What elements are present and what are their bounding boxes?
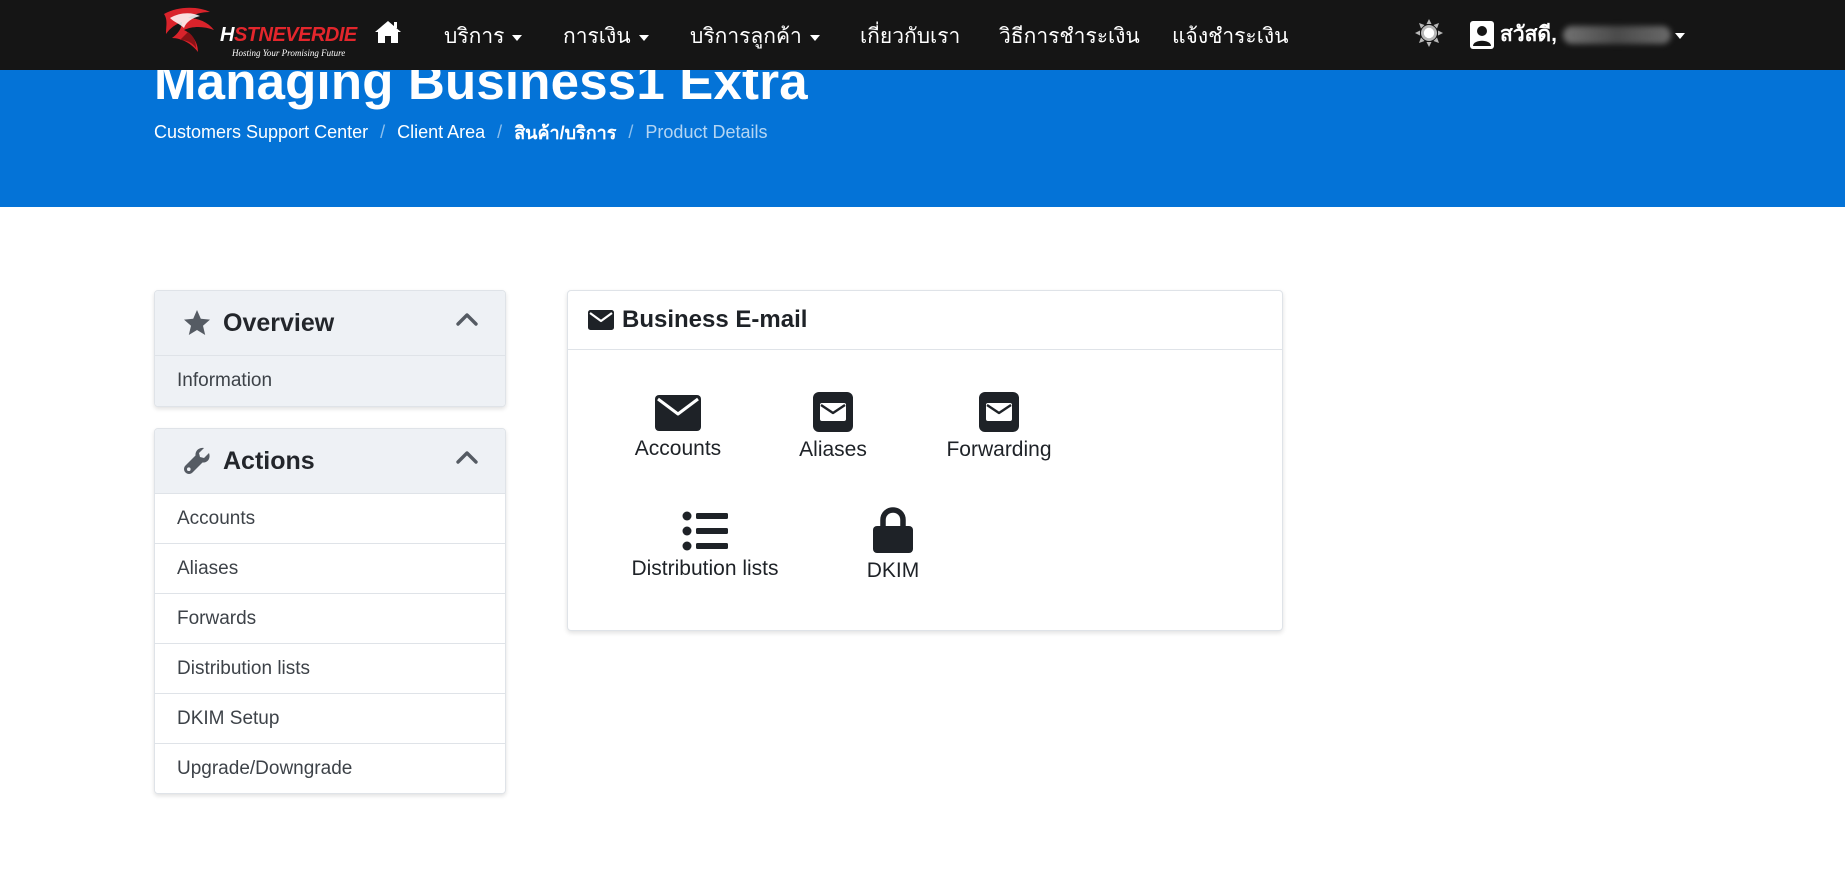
tile-label: DKIM <box>866 559 920 582</box>
chevron-up-icon[interactable] <box>455 449 479 465</box>
home-icon[interactable] <box>374 19 402 45</box>
lock-icon <box>873 507 913 553</box>
tile-label: Distribution lists <box>631 557 779 580</box>
sidebar-item-information[interactable]: Information <box>155 356 505 406</box>
logo-tagline: Hosting Your Promising Future <box>232 48 346 58</box>
sidebar-item-label: DKIM Setup <box>177 707 280 729</box>
envelope-square-icon <box>813 392 853 432</box>
caret-down-icon <box>1674 33 1685 39</box>
nav-customer-service[interactable]: บริการลูกค้า <box>690 20 820 53</box>
tile-label: Accounts <box>634 437 722 460</box>
user-icon <box>1470 20 1494 49</box>
sidebar-item-label: Aliases <box>177 557 239 579</box>
tile-label: Aliases <box>799 438 867 461</box>
nav-billing[interactable]: การเงิน <box>563 20 649 53</box>
sidebar-item-upgrade-downgrade[interactable]: Upgrade/Downgrade <box>155 744 505 793</box>
nav-services-label: บริการ <box>444 25 505 48</box>
actions-panel-header[interactable]: Actions <box>155 429 505 494</box>
nav-services[interactable]: บริการ <box>444 20 523 53</box>
nav-billing-label: การเงิน <box>563 25 631 48</box>
breadcrumb-separator: / <box>380 122 386 142</box>
sidebar-item-aliases[interactable]: Aliases <box>155 544 505 594</box>
sun-icon[interactable] <box>1414 18 1444 48</box>
business-email-card: Business E-mail Accounts Aliases Forward… <box>567 290 1283 631</box>
envelope-icon <box>655 395 701 431</box>
nav-about-us[interactable]: เกี่ยวกับเรา <box>860 20 960 53</box>
tile-label: Forwarding <box>946 438 1052 461</box>
nav-payment-methods-label: วิธีการชำระเงิน <box>999 25 1140 48</box>
sidebar-item-label: Forwards <box>177 607 257 629</box>
user-name-redacted <box>1562 25 1671 44</box>
overview-panel: Overview Information <box>154 290 506 407</box>
site-logo[interactable]: HSTNEVERDIE Hosting Your Promising Futur… <box>158 4 357 60</box>
caret-down-icon <box>638 35 649 41</box>
user-greeting: สวัสดี, <box>1500 23 1557 46</box>
sidebar-item-label: Accounts <box>177 507 256 529</box>
breadcrumb-separator: / <box>497 122 503 142</box>
breadcrumb-item-client-area[interactable]: Client Area <box>397 122 485 143</box>
envelope-square-icon <box>979 392 1019 432</box>
breadcrumb: Customers Support Center / Client Area /… <box>154 118 767 147</box>
logo-wordmark: HSTNEVERDIE <box>220 24 357 46</box>
nav-customer-service-label: บริการลูกค้า <box>690 25 802 48</box>
sidebar-item-label: Distribution lists <box>177 657 311 679</box>
actions-title: Actions <box>223 446 315 475</box>
sidebar-item-dkim-setup[interactable]: DKIM Setup <box>155 694 505 744</box>
chevron-up-icon[interactable] <box>455 311 479 327</box>
breadcrumb-separator: / <box>628 122 634 142</box>
envelope-icon <box>588 310 614 330</box>
sidebar-item-label: Upgrade/Downgrade <box>177 757 353 779</box>
breadcrumb-item-products[interactable]: สินค้า/บริการ <box>514 118 616 147</box>
nav-payment-methods[interactable]: วิธีการชำระเงิน <box>999 20 1140 53</box>
nav-about-us-label: เกี่ยวกับเรา <box>860 25 961 48</box>
star-icon <box>184 310 210 335</box>
card-title: Business E-mail <box>622 306 808 333</box>
top-navbar: HSTNEVERDIE Hosting Your Promising Futur… <box>0 0 1845 70</box>
tile-accounts[interactable]: Accounts <box>628 395 728 461</box>
nav-payment-notice-label: แจ้งชำระเงิน <box>1172 25 1289 48</box>
tile-dkim[interactable]: DKIM <box>853 507 933 583</box>
overview-panel-header[interactable]: Overview <box>155 291 505 356</box>
tile-aliases[interactable]: Aliases <box>793 392 873 462</box>
breadcrumb-item-product-details: Product Details <box>645 122 768 142</box>
overview-title: Overview <box>223 308 335 337</box>
caret-down-icon <box>512 35 523 41</box>
list-icon <box>682 511 728 551</box>
tile-distribution-lists[interactable]: Distribution lists <box>628 511 782 581</box>
logo-emblem-icon <box>164 7 214 53</box>
sidebar-item-distribution-lists[interactable]: Distribution lists <box>155 644 505 694</box>
card-header: Business E-mail <box>568 291 1282 350</box>
wrench-icon <box>184 447 210 474</box>
sidebar-item-forwards[interactable]: Forwards <box>155 594 505 644</box>
nav-payment-notice[interactable]: แจ้งชำระเงิน <box>1172 20 1288 53</box>
sidebar-item-accounts[interactable]: Accounts <box>155 494 505 544</box>
breadcrumb-item-support-center[interactable]: Customers Support Center <box>154 122 368 143</box>
user-menu[interactable]: สวัสดี, <box>1470 18 1685 51</box>
sidebar-item-label: Information <box>177 370 273 391</box>
tile-forwarding[interactable]: Forwarding <box>944 392 1054 462</box>
caret-down-icon <box>809 35 820 41</box>
actions-panel: Actions Accounts Aliases Forwards Distri… <box>154 428 506 794</box>
